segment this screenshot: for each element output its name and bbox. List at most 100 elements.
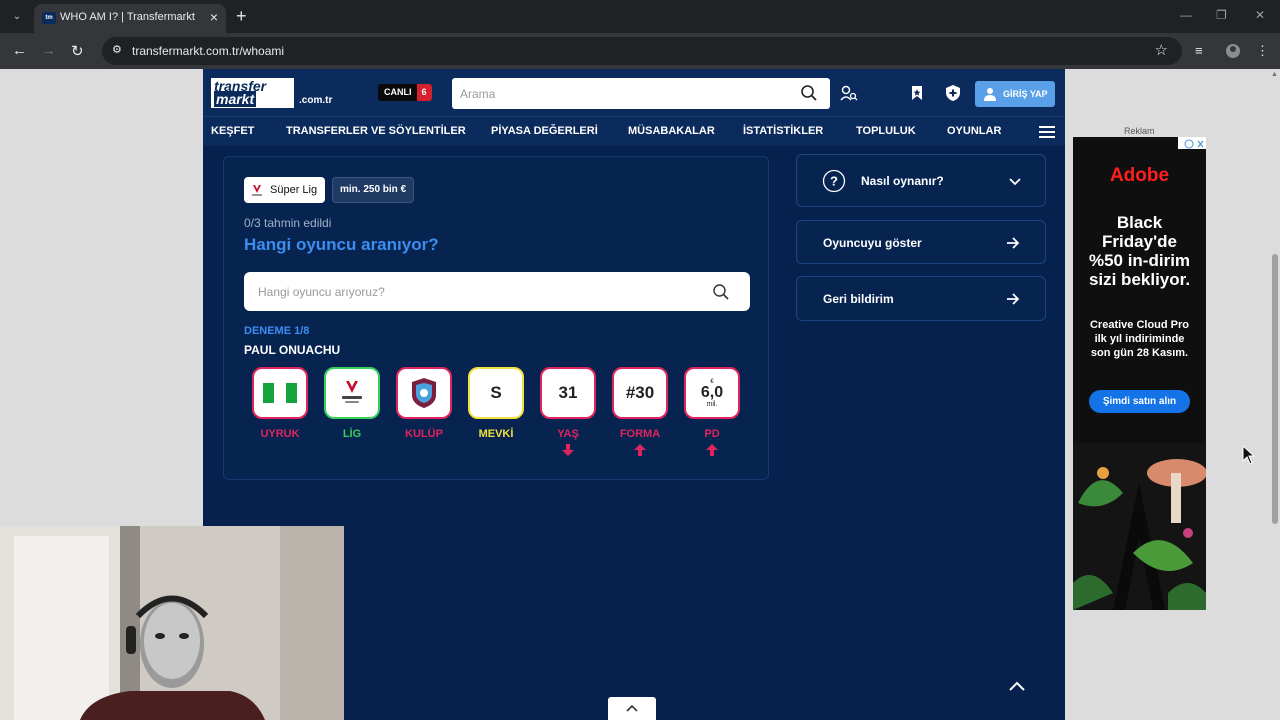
ad-choices-icon[interactable] bbox=[1178, 137, 1206, 149]
show-player-button[interactable]: Oyuncuyu göster bbox=[796, 220, 1046, 264]
tab-title: WHO AM I? | Transfermarkt bbox=[60, 11, 195, 23]
live-button[interactable]: CANLI 6 bbox=[378, 84, 432, 101]
shield-plus-icon[interactable] bbox=[944, 84, 962, 102]
how-to-play-button[interactable]: ? Nasıl oynanır? bbox=[796, 154, 1046, 207]
profile-avatar-icon[interactable] bbox=[1225, 43, 1241, 59]
hint-league: LİG bbox=[324, 367, 380, 461]
login-button[interactable]: GİRİŞ YAP bbox=[975, 81, 1055, 107]
hint-label: LİG bbox=[342, 428, 362, 440]
arrow-up-icon bbox=[706, 444, 718, 456]
scroll-to-top-icon[interactable] bbox=[1007, 679, 1027, 693]
player-guess-input[interactable] bbox=[244, 272, 750, 311]
hint-market-value: € 6,0 mil. PD bbox=[684, 367, 740, 461]
collapse-toggle[interactable] bbox=[608, 697, 656, 720]
arrow-up-icon bbox=[634, 444, 646, 456]
hint-age: 31 YAŞ bbox=[540, 367, 596, 461]
nav-item-competitions[interactable]: MÜSABAKALAR bbox=[628, 125, 715, 137]
login-label: GİRİŞ YAP bbox=[1003, 89, 1048, 99]
ad-brand: Adobe bbox=[1109, 165, 1170, 186]
hint-label: PD bbox=[704, 428, 720, 440]
hint-box bbox=[324, 367, 380, 419]
forward-icon[interactable]: → bbox=[41, 42, 56, 59]
nav-item-market-values[interactable]: PİYASA DEĞERLERİ bbox=[491, 125, 598, 137]
game-question: Hangi oyuncu aranıyor? bbox=[244, 235, 439, 254]
search-icon[interactable] bbox=[712, 283, 730, 301]
site-info-icon[interactable]: ⚙ bbox=[112, 43, 126, 57]
league-chip-label: Süper Lig bbox=[270, 184, 318, 196]
adobe-ad-banner[interactable]: Adobe Black Friday'de %50 in-dirim sizi … bbox=[1073, 137, 1206, 610]
market-value: 6,0 bbox=[700, 383, 724, 401]
nav-item-statistics[interactable]: İSTATİSTİKLER bbox=[743, 125, 823, 137]
scrollbar-thumb[interactable] bbox=[1272, 254, 1278, 524]
close-tab-icon[interactable]: × bbox=[210, 9, 218, 25]
media-control-icon[interactable]: ≡ bbox=[1195, 43, 1211, 59]
nav-item-transfers[interactable]: TRANSFERLER VE SÖYLENTİLER bbox=[286, 125, 466, 137]
domain-label: .com.tr bbox=[299, 95, 333, 106]
watchlist-icon[interactable] bbox=[908, 84, 926, 102]
maximize-icon[interactable]: ❐ bbox=[1216, 8, 1227, 22]
browser-toolbar: ← → ↻ ⚙ transfermarkt.com.tr/whoami ☆ ≡ … bbox=[0, 33, 1280, 69]
minimize-icon[interactable]: — bbox=[1180, 8, 1192, 22]
hint-nationality: UYRUK bbox=[252, 367, 308, 461]
feedback-button[interactable]: Geri bildirim bbox=[796, 276, 1046, 321]
url-text[interactable]: transfermarkt.com.tr/whoami bbox=[132, 44, 284, 58]
browser-tab[interactable]: tm WHO AM I? | Transfermarkt × bbox=[34, 4, 226, 33]
min-value-chip[interactable]: min. 250 bin € bbox=[332, 177, 415, 203]
league-filter-chip[interactable]: Süper Lig bbox=[244, 177, 326, 203]
tab-search-icon[interactable]: ⌄ bbox=[8, 8, 26, 26]
hint-box: S bbox=[468, 367, 524, 419]
address-bar[interactable]: ⚙ transfermarkt.com.tr/whoami ☆ bbox=[102, 37, 1182, 65]
live-label: CANLI bbox=[384, 87, 412, 97]
new-tab-icon[interactable]: + bbox=[236, 6, 247, 27]
nav-item-games[interactable]: OYUNLAR bbox=[947, 125, 1001, 137]
guessed-player-name: PAUL ONUACHU bbox=[244, 343, 341, 357]
hint-label: UYRUK bbox=[260, 428, 300, 440]
ad-label: Reklam bbox=[1124, 126, 1155, 136]
attempt-counter: DENEME 1/8 bbox=[244, 325, 310, 337]
reload-icon[interactable]: ↻ bbox=[71, 42, 84, 60]
scroll-up-icon[interactable]: ▲ bbox=[1271, 71, 1278, 78]
favicon-icon: tm bbox=[42, 12, 56, 24]
nav-item-community[interactable]: TOPLULUK bbox=[856, 125, 916, 137]
hint-position: S MEVKİ bbox=[468, 367, 524, 461]
menu-dots-icon[interactable]: ⋮ bbox=[1256, 43, 1272, 59]
hint-label: MEVKİ bbox=[478, 428, 514, 440]
bookmark-star-icon[interactable]: ☆ bbox=[1155, 41, 1168, 59]
mouse-cursor-icon bbox=[1242, 445, 1256, 465]
arrow-right-icon bbox=[1007, 237, 1020, 249]
how-to-play-label: Nasıl oynanır? bbox=[861, 174, 944, 188]
whoami-game-card: Süper Lig min. 250 bin € 0/3 tahmin edil… bbox=[223, 156, 769, 480]
browser-tab-bar: ⌄ tm WHO AM I? | Transfermarkt × + — ❐ ✕ bbox=[0, 0, 1280, 33]
hint-box: € 6,0 mil. bbox=[684, 367, 740, 419]
hint-label: FORMA bbox=[619, 428, 661, 440]
transfermarkt-logo[interactable]: transfer markt bbox=[211, 78, 294, 108]
svg-text:?: ? bbox=[830, 174, 838, 189]
hint-club: KULÜP bbox=[396, 367, 452, 461]
arrow-right-icon bbox=[1007, 293, 1020, 305]
page-scrollbar[interactable]: ▲ bbox=[1270, 69, 1280, 720]
player-search-icon[interactable] bbox=[840, 84, 858, 102]
ad-cta-button[interactable]: Şimdi satın alın bbox=[1089, 390, 1190, 413]
feedback-label: Geri bildirim bbox=[823, 292, 894, 306]
hint-shirt-number: #30 FORMA bbox=[612, 367, 668, 461]
site-search-input[interactable] bbox=[452, 78, 830, 109]
hamburger-menu-icon[interactable] bbox=[1039, 126, 1055, 138]
hint-box bbox=[252, 367, 308, 419]
back-icon[interactable]: ← bbox=[12, 42, 27, 59]
superlig-logo-icon bbox=[252, 185, 262, 196]
site-header: transfer markt .com.tr CANLI 6 GİRİŞ YAP bbox=[203, 69, 1065, 116]
ad-artwork bbox=[1073, 443, 1206, 610]
chevron-down-icon bbox=[1009, 178, 1021, 186]
chevron-up-icon bbox=[626, 704, 638, 712]
page-viewport: transfer markt .com.tr CANLI6 GİRİŞ YAP … bbox=[0, 69, 1270, 720]
hint-box: #30 bbox=[612, 367, 668, 419]
hint-box bbox=[396, 367, 452, 419]
hint-label: YAŞ bbox=[557, 428, 579, 440]
user-icon bbox=[984, 88, 996, 101]
search-icon[interactable] bbox=[800, 84, 818, 102]
value-unit: mil. bbox=[706, 400, 718, 408]
trabzonspor-crest-icon bbox=[412, 378, 436, 408]
logo-bottom-text: markt bbox=[214, 91, 257, 107]
nav-item-kesfet[interactable]: KEŞFET bbox=[211, 125, 254, 137]
close-window-icon[interactable]: ✕ bbox=[1255, 8, 1265, 22]
